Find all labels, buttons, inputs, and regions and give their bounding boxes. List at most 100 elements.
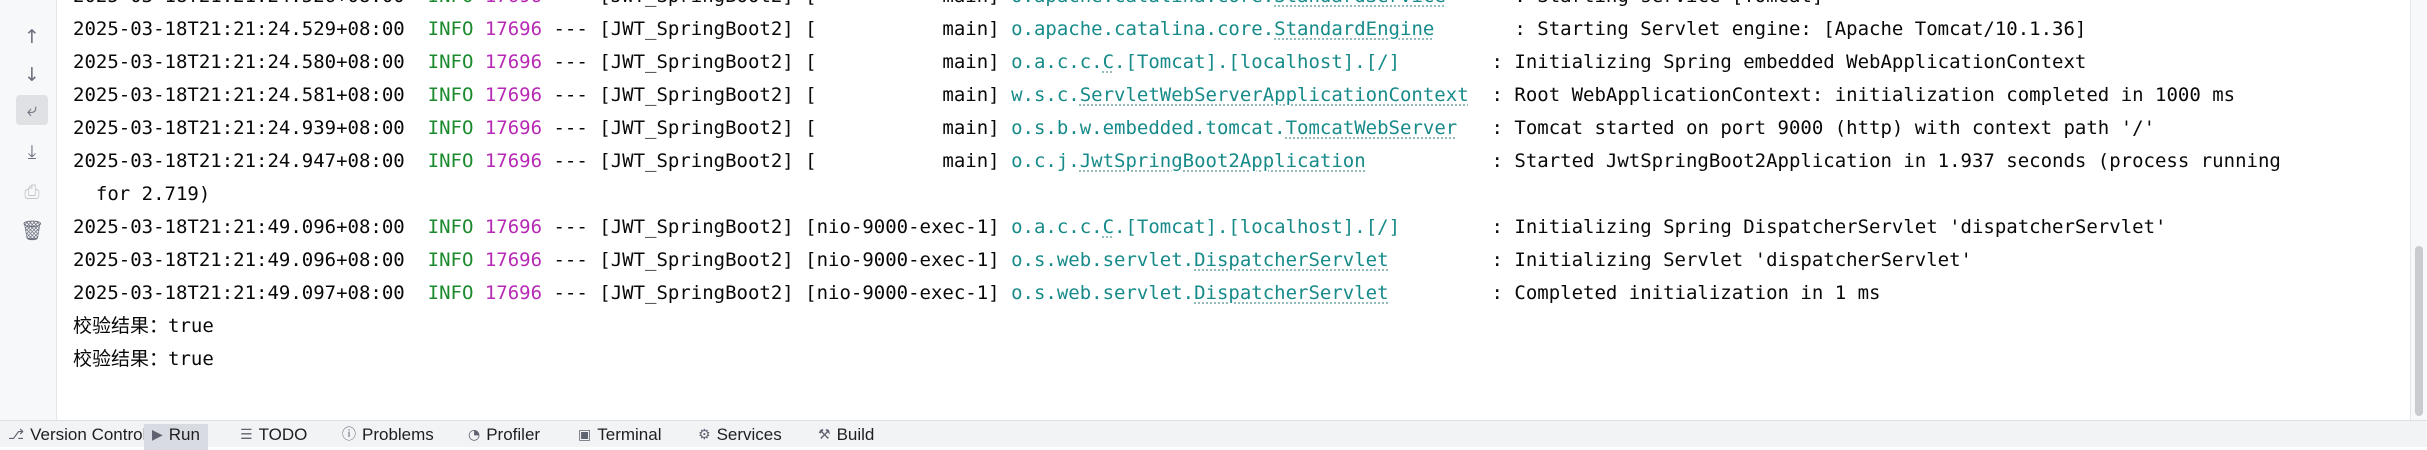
run-console-output[interactable]: 2025-03-18T21:21:24.526+08:00 INFO 17696… — [57, 0, 2411, 420]
log-logger-prefix: w.s.c. — [1011, 84, 1080, 106]
log-thread: [nio-9000-exec-1] — [793, 282, 1012, 304]
log-app-name: [JWT_SpringBoot2] — [599, 84, 794, 106]
log-level: INFO — [427, 249, 474, 271]
down-arrow-icon[interactable]: ↓ — [16, 60, 48, 90]
scrollbar-thumb[interactable] — [2415, 246, 2423, 416]
tab-todo[interactable]: ☰ TODO — [232, 424, 315, 450]
log-logger-link[interactable]: ServletWebServerApplicationContext — [1080, 84, 1469, 106]
log-logger-padding — [1389, 249, 1481, 271]
log-separator: --- — [542, 18, 600, 40]
vertical-scrollbar[interactable] — [2410, 0, 2427, 420]
log-timestamp: 2025-03-18T21:21:24.580+08:00 — [73, 51, 405, 73]
log-level: INFO — [428, 0, 474, 7]
tab-label: Build — [836, 425, 875, 444]
log-message: : Root WebApplicationContext: initializa… — [1491, 84, 2236, 106]
log-timestamp: 2025-03-18T21:21:24.947+08:00 — [73, 150, 405, 172]
console-line: 2025-03-18T21:21:49.096+08:00 INFO 17696… — [73, 244, 2411, 277]
bottom-tool-window-bar: ⎇ Version Control ▶ Run ☰ TODO ⓘ Problems ◔ Profi… — [0, 420, 2427, 450]
log-logger-link[interactable]: TomcatWebServer — [1286, 117, 1458, 139]
services-icon: ⚙ — [698, 427, 711, 443]
tab-label: Problems — [362, 425, 434, 444]
log-timestamp: 2025-03-18T21:21:49.096+08:00 — [73, 249, 405, 271]
tab-build[interactable]: ⚒ Build — [810, 424, 882, 450]
log-logger-link[interactable]: DispatcherServlet — [1194, 249, 1388, 271]
log-logger-link[interactable]: C — [1103, 51, 1114, 73]
log-app-name: [JWT_SpringBoot2] — [599, 117, 794, 139]
log-level: INFO — [427, 117, 474, 139]
log-level: INFO — [427, 282, 474, 304]
tab-services[interactable]: ⚙ Services — [690, 424, 790, 450]
trash-icon[interactable]: 🗑 — [16, 215, 48, 245]
log-message: : Starting service [Tomcat] — [1514, 0, 1823, 7]
log-logger-link[interactable]: StandardEngine — [1274, 18, 1434, 40]
tab-label: TODO — [258, 425, 308, 444]
log-app-name: [JWT_SpringBoot2] — [599, 18, 794, 40]
log-timestamp: 2025-03-18T21:21:24.581+08:00 — [73, 84, 405, 106]
log-logger-link[interactable]: StandardService — [1274, 0, 1446, 7]
log-level: INFO — [427, 150, 474, 172]
tab-terminal[interactable]: ▣ Terminal — [570, 424, 669, 450]
log-level: INFO — [427, 51, 474, 73]
log-logger-prefix: o.s.web.servlet. — [1011, 282, 1195, 304]
log-separator: --- — [542, 282, 600, 304]
log-thread: [nio-9000-exec-1] — [793, 216, 1012, 238]
console-line: 2025-03-18T21:21:24.581+08:00 INFO 17696… — [73, 79, 2411, 112]
log-thread: [ main] — [793, 84, 1012, 106]
log-thread: [ main] — [793, 150, 1012, 172]
log-logger-padding — [1457, 117, 1480, 139]
log-app-name: [JWT_SpringBoot2] — [599, 51, 794, 73]
log-logger-padding — [1400, 216, 1480, 238]
log-logger-link[interactable]: JwtSpringBoot2Application — [1080, 150, 1366, 172]
log-timestamp: 2025-03-18T21:21:49.096+08:00 — [73, 216, 405, 238]
console-line: 2025-03-18T21:21:24.580+08:00 INFO 17696… — [73, 46, 2411, 79]
log-pid: 17696 — [485, 0, 542, 7]
log-timestamp: 2025-03-18T21:21:24.526+08:00 — [73, 0, 405, 7]
log-message: : Completed initialization in 1 ms — [1491, 282, 1881, 304]
tab-problems[interactable]: ⓘ Problems — [334, 424, 442, 450]
log-separator: --- — [542, 216, 600, 238]
tab-label: Run — [168, 425, 200, 444]
log-pid: 17696 — [484, 150, 543, 172]
tab-profiler[interactable]: ◔ Profiler — [460, 424, 548, 450]
profiler-icon: ◔ — [468, 427, 481, 443]
tab-run[interactable]: ▶ Run — [144, 424, 208, 450]
console-line: for 2.719) — [73, 178, 2411, 211]
log-message: : Started JwtSpringBoot2Application in 1… — [1491, 150, 2281, 172]
log-separator: --- — [542, 84, 600, 106]
log-logger-prefix: o.s.b.w.embedded.tomcat. — [1011, 117, 1286, 139]
run-icon: ▶ — [152, 427, 163, 443]
problems-icon: ⓘ — [342, 427, 356, 443]
tab-version-control[interactable]: ⎇ Version Control — [0, 424, 154, 450]
log-logger-padding — [1389, 282, 1481, 304]
log-logger-padding — [1400, 51, 1480, 73]
log-pid: 17696 — [484, 84, 543, 106]
print-icon[interactable]: ⎙ — [16, 177, 48, 207]
log-level: INFO — [427, 216, 474, 238]
log-pid: 17696 — [484, 51, 543, 73]
log-app-name: [JWT_SpringBoot2] — [599, 150, 794, 172]
console-line: 2025-03-18T21:21:49.097+08:00 INFO 17696… — [73, 277, 2411, 310]
log-logger-link[interactable]: C — [1103, 216, 1114, 238]
log-pid: 17696 — [484, 117, 543, 139]
log-message: : Initializing Spring DispatcherServlet … — [1491, 216, 2167, 238]
log-timestamp: 2025-03-18T21:21:24.529+08:00 — [73, 18, 405, 40]
terminal-icon: ▣ — [578, 427, 592, 443]
log-logger-link[interactable]: DispatcherServlet — [1194, 282, 1388, 304]
log-app-name: [JWT_SpringBoot2] — [599, 282, 794, 304]
console-toolbar: ↑ ↓ ⤶ ⤓ ⎙ 🗑 — [8, 0, 57, 420]
tab-label: Profiler — [486, 425, 541, 444]
log-pid: 17696 — [484, 249, 543, 271]
version-control-icon: ⎇ — [8, 427, 25, 443]
log-separator: --- — [542, 150, 600, 172]
up-arrow-icon[interactable]: ↑ — [16, 22, 48, 52]
log-message: : Initializing Servlet 'dispatcherServle… — [1491, 249, 1972, 271]
console-line-text: for 2.719) — [73, 183, 211, 205]
soft-wrap-icon[interactable]: ⤶ — [16, 95, 48, 125]
scroll-to-end-icon[interactable]: ⤓ — [16, 137, 48, 167]
log-level: INFO — [427, 84, 474, 106]
log-logger-prefix: o.c.j. — [1011, 150, 1080, 172]
build-icon: ⚒ — [818, 427, 831, 443]
tab-label: Terminal — [597, 425, 662, 444]
console-line: 校验结果：true — [73, 310, 2411, 343]
log-message: : Starting Servlet engine: [Apache Tomca… — [1514, 18, 2087, 40]
